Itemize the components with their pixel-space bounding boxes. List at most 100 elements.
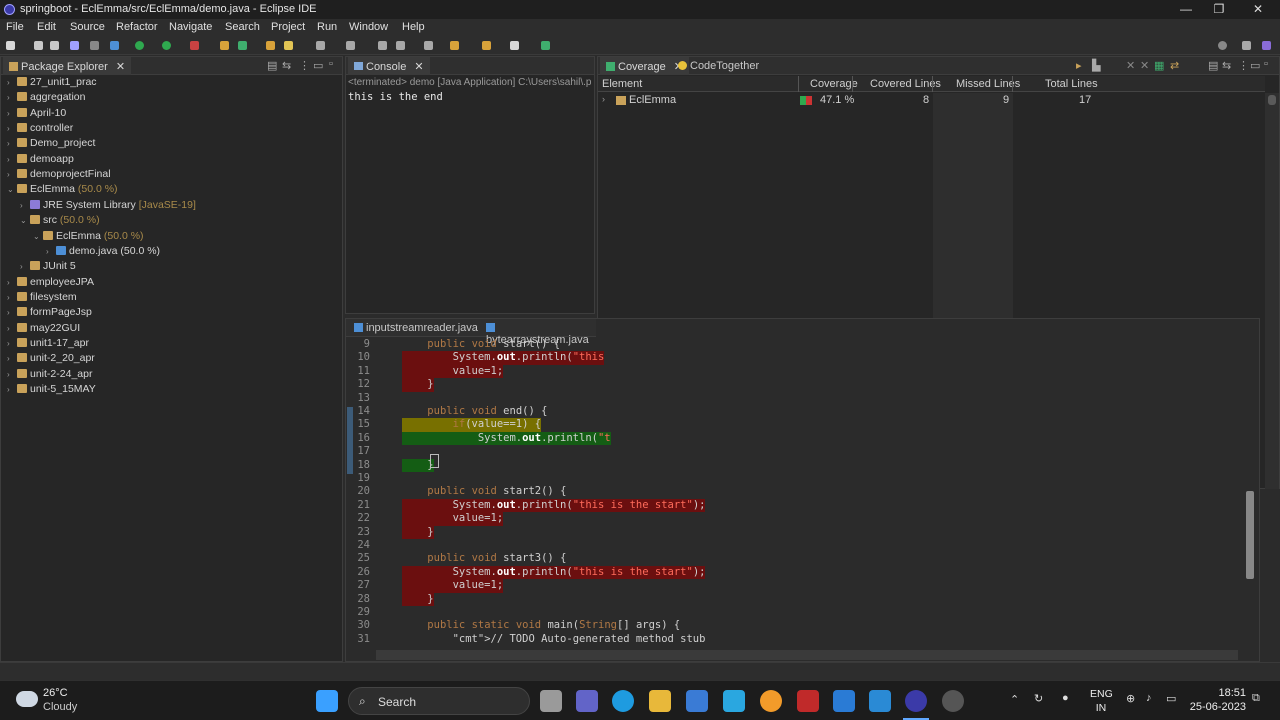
code-line[interactable]: 15 if(value==1) { [346,418,1246,432]
microphone-icon[interactable]: ● [1062,692,1069,704]
expand-arrow-icon[interactable]: › [7,93,17,102]
tree-item[interactable]: › demoapp [7,153,74,168]
remove-session-icon[interactable]: ✕ [1126,59,1135,72]
expand-arrow-icon[interactable]: › [7,278,17,287]
code-line[interactable]: 23 } [346,525,1246,539]
expand-arrow-icon[interactable]: › [20,262,30,271]
tree-item[interactable]: › formPageJsp [7,306,92,321]
clock-time[interactable]: 18:51 [1206,687,1246,699]
chrome-icon[interactable] [760,690,782,712]
code-line[interactable]: 31 "cmt">// TODO Auto-generated method s… [346,633,1246,646]
expand-arrow-icon[interactable]: ⌄ [20,216,30,225]
menu-refactor[interactable]: Refactor [116,21,158,33]
tree-item[interactable]: › aggregation [7,91,85,106]
code-line[interactable]: 25 public void start3() { [346,552,1246,565]
column-element[interactable]: Element [602,78,642,90]
expand-arrow-icon[interactable]: › [7,124,17,133]
expand-arrow-icon[interactable]: › [7,155,17,164]
show-whitespace-icon[interactable] [378,41,387,50]
expand-arrow-icon[interactable]: › [7,354,17,363]
tree-item[interactable]: › 27_unit1_prac [7,76,97,91]
scrollbar-thumb[interactable] [1268,95,1276,105]
weather-temp[interactable]: 26°C [43,687,68,699]
tree-item[interactable]: ⌄ src (50.0 %) [20,214,100,229]
menu-run[interactable]: Run [317,21,337,33]
expand-arrow-icon[interactable]: › [7,339,17,348]
refresh-icon[interactable]: ↻ [1034,692,1043,705]
tree-item[interactable]: ⌄ EclEmma (50.0 %) [33,230,144,245]
tab-console[interactable]: Console ✕ [348,57,430,75]
merge-sessions-icon[interactable]: ▦ [1154,59,1164,72]
network-icon[interactable]: ⊕ [1126,692,1135,705]
menu-file[interactable]: File [6,21,24,33]
tab-bytearraystream[interactable]: bytearraystream.java [480,319,596,346]
coverage-table-row[interactable]: › EclEmma 47.1 % 8 9 17 [598,93,1265,108]
tree-item[interactable]: › employeeJPA [7,276,94,291]
code-line[interactable]: 22 value=1; [346,512,1246,526]
relaunch-icon[interactable]: ▸ [1076,59,1082,72]
java-perspective-icon[interactable] [1262,41,1271,50]
view-menu-icon[interactable]: ⋮ [299,59,310,72]
notification-icon[interactable]: ⧉ [1252,692,1260,705]
dump-icon[interactable]: ⇄ [1170,59,1179,72]
block-select-icon[interactable] [346,41,355,50]
tree-item[interactable]: › may22GUI [7,322,80,337]
code-line[interactable]: 20 public void start2() { [346,485,1246,498]
expand-arrow-icon[interactable]: › [7,324,17,333]
tree-item[interactable]: › unit-2-24_apr [7,368,92,383]
tree-item[interactable]: ⌄ EclEmma (50.0 %) [7,183,118,198]
tab-package-explorer[interactable]: Package Explorer ✕ [3,57,132,75]
tree-item[interactable]: › JRE System Library [JavaSE-19] [20,199,196,214]
tree-item[interactable]: › controller [7,122,73,137]
annotation-icon[interactable] [396,41,405,50]
skip-breakpoints-icon[interactable] [90,41,99,50]
expand-arrow-icon[interactable]: › [7,308,17,317]
column-covered-lines[interactable]: Covered Lines [870,78,941,90]
expand-arrow-icon[interactable]: › [7,370,17,379]
menu-project[interactable]: Project [271,21,305,33]
open-perspective-icon[interactable] [1242,41,1251,50]
word-icon[interactable] [723,690,745,712]
terminal-icon[interactable] [70,41,79,50]
close-icon[interactable]: ✕ [116,61,125,73]
code-line[interactable]: 10 System.out.println("this [346,351,1246,365]
column-missed-lines[interactable]: Missed Lines [956,78,1020,90]
code-line[interactable]: 9 public void start() { [346,338,1246,351]
tree-item[interactable]: › unit-2_20_apr [7,352,95,367]
language-top[interactable]: ENG [1090,688,1113,700]
code-line[interactable]: 21 System.out.println("this is the start… [346,498,1246,513]
taskbar-search[interactable]: ⌕ Search [348,687,530,715]
save-icon[interactable] [34,41,43,50]
app-icon[interactable] [833,690,855,712]
menu-navigate[interactable]: Navigate [169,21,212,33]
code-line[interactable]: 24 [346,539,1246,552]
volume-icon[interactable]: ♪ [1146,692,1152,704]
language-bottom[interactable]: IN [1090,702,1112,714]
menu-edit[interactable]: Edit [37,21,56,33]
close-button[interactable]: ✕ [1240,0,1276,19]
maximize-button[interactable]: ❐ [1201,0,1237,19]
teams-icon[interactable] [576,690,598,712]
toggle-mark-icon[interactable] [316,41,325,50]
expand-arrow-icon[interactable]: › [7,293,17,302]
code-line[interactable]: 12 } [346,378,1246,392]
code-line[interactable]: 13 [346,392,1246,405]
edge-icon[interactable] [612,690,634,712]
code-line[interactable]: 26 System.out.println("this is the start… [346,565,1246,580]
last-edit-icon[interactable] [424,41,433,50]
code-line[interactable]: 28 } [346,592,1246,606]
code-line[interactable]: 14 public void end() { [346,405,1246,418]
view-menu-icon[interactable]: ⋮ [1238,59,1249,72]
task-view-icon[interactable] [540,690,562,712]
code-line[interactable]: 17 [346,445,1246,458]
tree-item[interactable]: › unit1-17_apr [7,337,89,352]
clock-date[interactable]: 25-06-2023 [1186,701,1246,713]
horizontal-scrollbar[interactable] [376,650,1238,660]
link-icon[interactable]: ⇆ [1222,59,1231,72]
run-icon[interactable] [135,41,144,50]
battery-icon[interactable]: ▭ [1166,692,1176,705]
expand-arrow-icon[interactable]: › [7,385,17,394]
column-coverage[interactable]: Coverage [810,78,858,90]
file-explorer-icon[interactable] [649,690,671,712]
menu-source[interactable]: Source [70,21,105,33]
